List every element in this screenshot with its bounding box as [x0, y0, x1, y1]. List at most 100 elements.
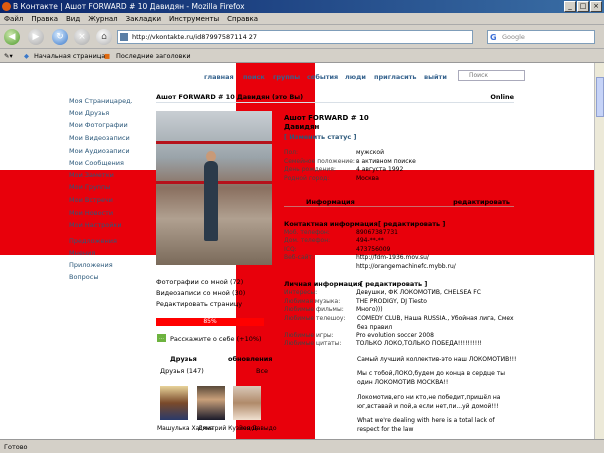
info-label: Пол:: [284, 149, 299, 156]
menu-view[interactable]: Вид: [66, 13, 80, 24]
left-nav-edit[interactable]: ред.: [118, 97, 133, 105]
info-label: День рождения:: [284, 166, 336, 173]
scrollbar-thumb[interactable]: [596, 77, 604, 117]
left-nav-my-page[interactable]: Моя Страница: [69, 97, 118, 105]
change-status-link[interactable]: [ Изменить статус ]: [284, 133, 356, 141]
contact-label: ICQ:: [284, 246, 297, 253]
personal-value[interactable]: Много))): [356, 306, 383, 313]
site-favicon: [120, 33, 128, 41]
left-nav-notes[interactable]: Мои Заметки: [69, 171, 114, 179]
edit-page-link[interactable]: Редактировать страницу: [156, 300, 242, 308]
website-link[interactable]: http://fdm-1936.mov.su/: [356, 254, 429, 261]
nav-logout[interactable]: выйти: [424, 73, 447, 81]
left-nav-videos[interactable]: Мои Видеозаписи: [69, 134, 130, 142]
profile-photo[interactable]: [156, 111, 272, 265]
left-nav-questions[interactable]: Вопросы: [69, 273, 99, 281]
friend-avatar[interactable]: [233, 386, 261, 420]
url-bar[interactable]: http://vkontakte.ru/id87997587114 27: [117, 30, 473, 44]
forward-icon[interactable]: ▶: [28, 29, 44, 45]
left-nav-audio[interactable]: Мои Аудиозаписи: [69, 147, 130, 155]
nav-groups[interactable]: группы: [273, 73, 300, 81]
menu-bookmarks[interactable]: Закладки: [126, 13, 161, 24]
photos-with-me-link[interactable]: Фотографии со мной (72): [156, 278, 243, 286]
friends-count-link[interactable]: Друзья (147): [160, 367, 204, 375]
info-edit-link[interactable]: редактировать: [453, 198, 510, 206]
info-label: Семейное положение:: [284, 158, 355, 165]
left-nav-friends[interactable]: Мои Друзья: [69, 109, 109, 117]
left-nav-opinions[interactable]: Мнения: [69, 249, 95, 257]
left-nav-apps[interactable]: Приложения: [69, 261, 113, 269]
tell-about-link[interactable]: Расскажите о себе (+10%): [170, 335, 262, 343]
photo-rail: [156, 141, 272, 144]
reload-icon[interactable]: ↻: [52, 29, 68, 45]
home-icon[interactable]: ⌂: [96, 29, 112, 45]
stop-icon[interactable]: ×: [74, 29, 90, 45]
videos-with-me-link[interactable]: Видеозаписи со мной (30): [156, 289, 245, 297]
search-input[interactable]: G Google: [487, 30, 595, 44]
info-label: Родной город:: [284, 175, 330, 182]
nav-events[interactable]: события: [307, 73, 338, 81]
bookmark-home[interactable]: Начальная страница: [34, 49, 105, 63]
friend-avatar[interactable]: [197, 386, 225, 420]
left-nav-news[interactable]: Мои Новости: [69, 209, 113, 217]
nav-invite[interactable]: пригласить: [374, 73, 417, 81]
vertical-scrollbar[interactable]: [594, 63, 604, 439]
bookmark-latest[interactable]: Последние заголовки: [116, 49, 191, 63]
rating-bar: 85%: [156, 318, 264, 326]
speech-icon: …: [157, 334, 166, 342]
bookmarks-menu-icon[interactable]: ✎▾: [4, 49, 13, 63]
site-search-input[interactable]: Поиск: [458, 70, 525, 81]
personal-value[interactable]: COMEDY CLUB, Наша RUSSIA., Убойная лига,…: [357, 314, 517, 332]
left-nav-messages[interactable]: Мои Сообщения: [69, 159, 124, 167]
about-paragraph: Локомотив,его ни кто,не победит,пришёл н…: [357, 394, 501, 410]
info-value[interactable]: 4 августа 1992: [356, 166, 403, 173]
contact-value: 494-**-**: [356, 237, 384, 244]
friends-all-link[interactable]: Все: [256, 367, 268, 375]
personal-value[interactable]: Девушки, ФК ЛОКОМОТИВ, CHELSEA FC: [356, 289, 481, 296]
maximize-button[interactable]: □: [577, 1, 589, 12]
firefox-icon: [2, 2, 11, 11]
personal-label: Любимые телешоу:: [284, 315, 346, 322]
personal-label: Любимые игры:: [284, 332, 334, 339]
close-button[interactable]: ×: [590, 1, 602, 12]
profile-header: Ашот FORWARD # 10 Давидян (это Вы) Onlin…: [156, 93, 514, 103]
nav-search[interactable]: поиск: [243, 73, 265, 81]
search-placeholder: Google: [502, 33, 525, 41]
friend-avatar[interactable]: [160, 386, 188, 420]
photo-person: [204, 161, 218, 241]
personal-label: Любимые фильмы:: [284, 306, 344, 313]
info-value[interactable]: Москва: [356, 175, 379, 182]
menu-tools[interactable]: Инструменты: [169, 13, 219, 24]
about-paragraph: Мы с тобой,ЛОКО,будем до конца в сердце …: [357, 370, 505, 386]
profile-name-line2: Давидян: [284, 123, 320, 131]
page-content: главная поиск группы события люди пригла…: [0, 63, 594, 439]
personal-value[interactable]: Pro evolution soccer 2008: [356, 332, 434, 339]
menu-edit[interactable]: Правка: [31, 13, 58, 24]
left-nav-photos[interactable]: Мои Фотографии: [69, 121, 128, 129]
minimize-button[interactable]: _: [564, 1, 576, 12]
menu-file[interactable]: Файл: [4, 13, 23, 24]
website-link[interactable]: http://orangemachinefc.mybb.ru/: [356, 263, 456, 270]
info-value[interactable]: в активном поиске: [356, 158, 416, 165]
friends-title: Друзья: [170, 355, 197, 363]
contact-section-title: Контактная информация: [284, 220, 378, 228]
left-nav-settings[interactable]: Мои Настройки: [69, 221, 122, 229]
nav-home[interactable]: главная: [204, 73, 234, 81]
window-title: В Контакте | Ашот FORWARD # 10 Давидян -…: [13, 2, 245, 11]
left-nav-meetings[interactable]: Мои Встречи: [69, 196, 113, 204]
left-nav-offers[interactable]: Предложения: [69, 237, 117, 245]
contact-edit-link[interactable]: [ редактировать ]: [378, 220, 445, 228]
menu-help[interactable]: Справка: [227, 13, 258, 24]
menu-history[interactable]: Журнал: [88, 13, 117, 24]
page-title: Ашот FORWARD # 10 Давидян (это Вы): [156, 93, 304, 101]
home-page-icon: ◆: [24, 52, 29, 60]
status-text: Готово: [4, 443, 28, 451]
personal-edit-link[interactable]: [ редактировать ]: [360, 280, 427, 288]
friend-name[interactable]: Зоя Давыдо: [239, 425, 277, 432]
back-icon[interactable]: ◀: [4, 29, 20, 45]
personal-value[interactable]: THE PRODIGY, DJ Tiesto: [356, 298, 427, 305]
left-nav-groups[interactable]: Мои Группы: [69, 183, 110, 191]
nav-people[interactable]: люди: [345, 73, 366, 81]
personal-label: Интересы:: [284, 289, 318, 296]
friends-updates-link[interactable]: обновления: [228, 355, 272, 363]
